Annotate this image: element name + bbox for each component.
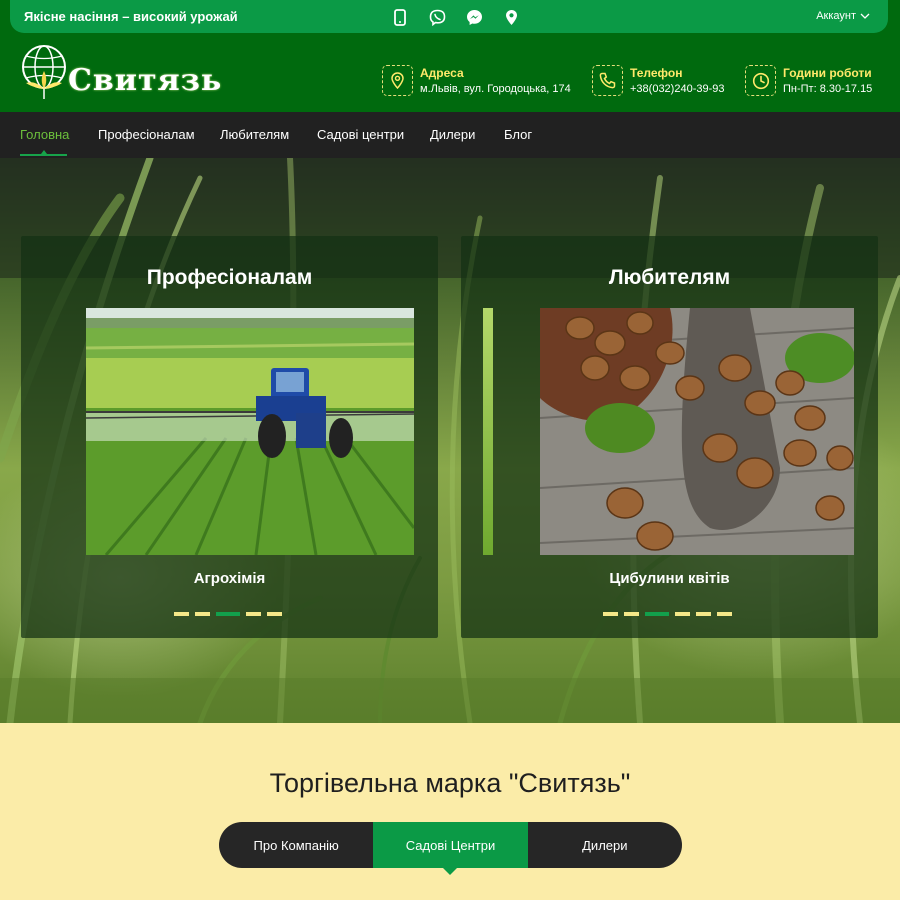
nav-item-dealers[interactable]: Дилери [430, 127, 475, 142]
top-strip: Якісне насіння – високий урожай Аккаунт [0, 0, 900, 35]
messenger-icon[interactable] [464, 7, 484, 27]
active-nav-indicator [20, 150, 67, 156]
card-title: Любителям [608, 266, 731, 289]
logo-text: Свитязь [68, 63, 223, 98]
phone-icon[interactable] [390, 7, 410, 27]
viber-icon[interactable] [427, 7, 447, 27]
contact-phone: Телефон +38(032)240-39-93 [592, 65, 725, 96]
nav-item-professionals[interactable]: Професіоналам [98, 127, 195, 142]
phone-icon [592, 65, 623, 96]
contact-hours: Години роботи Пн-Пт: 8.30-17.15 [745, 65, 872, 96]
tab-garden-centers[interactable]: Садові Центри [373, 822, 528, 875]
slider-dot-active[interactable] [216, 612, 240, 616]
hours-value: Пн-Пт: 8.30-17.15 [783, 83, 873, 95]
account-menu[interactable]: Аккаунт [816, 10, 870, 22]
slider-dot[interactable] [246, 612, 261, 616]
nav-item-blog[interactable]: Блог [504, 127, 532, 142]
globe-logo-icon [22, 45, 66, 99]
address-value: м.Львів, вул. Городоцька, 174 [420, 83, 571, 95]
card-amateurs[interactable]: Любителям Цибулини квітів [461, 236, 878, 638]
brand-tabs: Про Компанію Садові Центри Дилери [219, 822, 682, 875]
address-label: Адреса [420, 66, 464, 80]
phone-label: Телефон [630, 66, 683, 80]
hero-section: Професіоналам Агрохімія Любителям Цибули… [0, 158, 900, 723]
nav-item-garden-centers[interactable]: Садові центри [317, 127, 404, 142]
slider-dot[interactable] [717, 612, 732, 616]
slider-dot[interactable] [696, 612, 711, 616]
main-nav: Головна Професіоналам Любителям Садові ц… [0, 112, 900, 158]
quick-contact-icons [390, 7, 521, 27]
slider-dot-active[interactable] [645, 612, 669, 616]
nav-item-home[interactable]: Головна [20, 127, 69, 142]
location-pin-icon [382, 65, 413, 96]
contact-address: Адреса м.Львів, вул. Городоцька, 174 [382, 65, 571, 96]
nav-item-amateurs[interactable]: Любителям [220, 127, 289, 142]
card-title: Професіоналам [146, 266, 313, 289]
slider-dots [603, 612, 732, 616]
brand-section-title: Торгівельна марка "Свитязь" [269, 768, 631, 798]
phone-value[interactable]: +38(032)240-39-93 [630, 83, 725, 95]
slider-dot[interactable] [174, 612, 189, 616]
slider-dot[interactable] [195, 612, 210, 616]
tab-about-company[interactable]: Про Компанію [219, 822, 374, 868]
clock-icon [745, 65, 776, 96]
tab-dealers[interactable]: Дилери [527, 822, 682, 868]
slider-dot[interactable] [267, 612, 282, 616]
account-label: Аккаунт [816, 10, 856, 22]
card-professionals[interactable]: Професіоналам Агрохімія [21, 236, 438, 638]
hours-label: Години роботи [783, 66, 872, 80]
flower-bulbs-image[interactable] [540, 308, 854, 555]
location-pin-icon[interactable] [501, 7, 521, 27]
card-caption: Агрохімія [193, 570, 266, 587]
slider-dot[interactable] [603, 612, 618, 616]
slider-dots [174, 612, 282, 616]
logo[interactable]: Свитязь [20, 43, 223, 103]
site-header: Свитязь Адреса м.Львів, вул. Городоцька,… [0, 35, 900, 112]
slider-dot[interactable] [624, 612, 639, 616]
card-caption: Цибулини квітів [609, 570, 730, 587]
prev-slide-image-edge [483, 308, 493, 555]
top-bar: Якісне насіння – високий урожай Аккаунт [10, 0, 888, 33]
slider-dot[interactable] [675, 612, 690, 616]
tractor-field-image[interactable] [86, 308, 414, 555]
chevron-down-icon [860, 13, 870, 19]
slogan: Якісне насіння – високий урожай [24, 9, 238, 24]
